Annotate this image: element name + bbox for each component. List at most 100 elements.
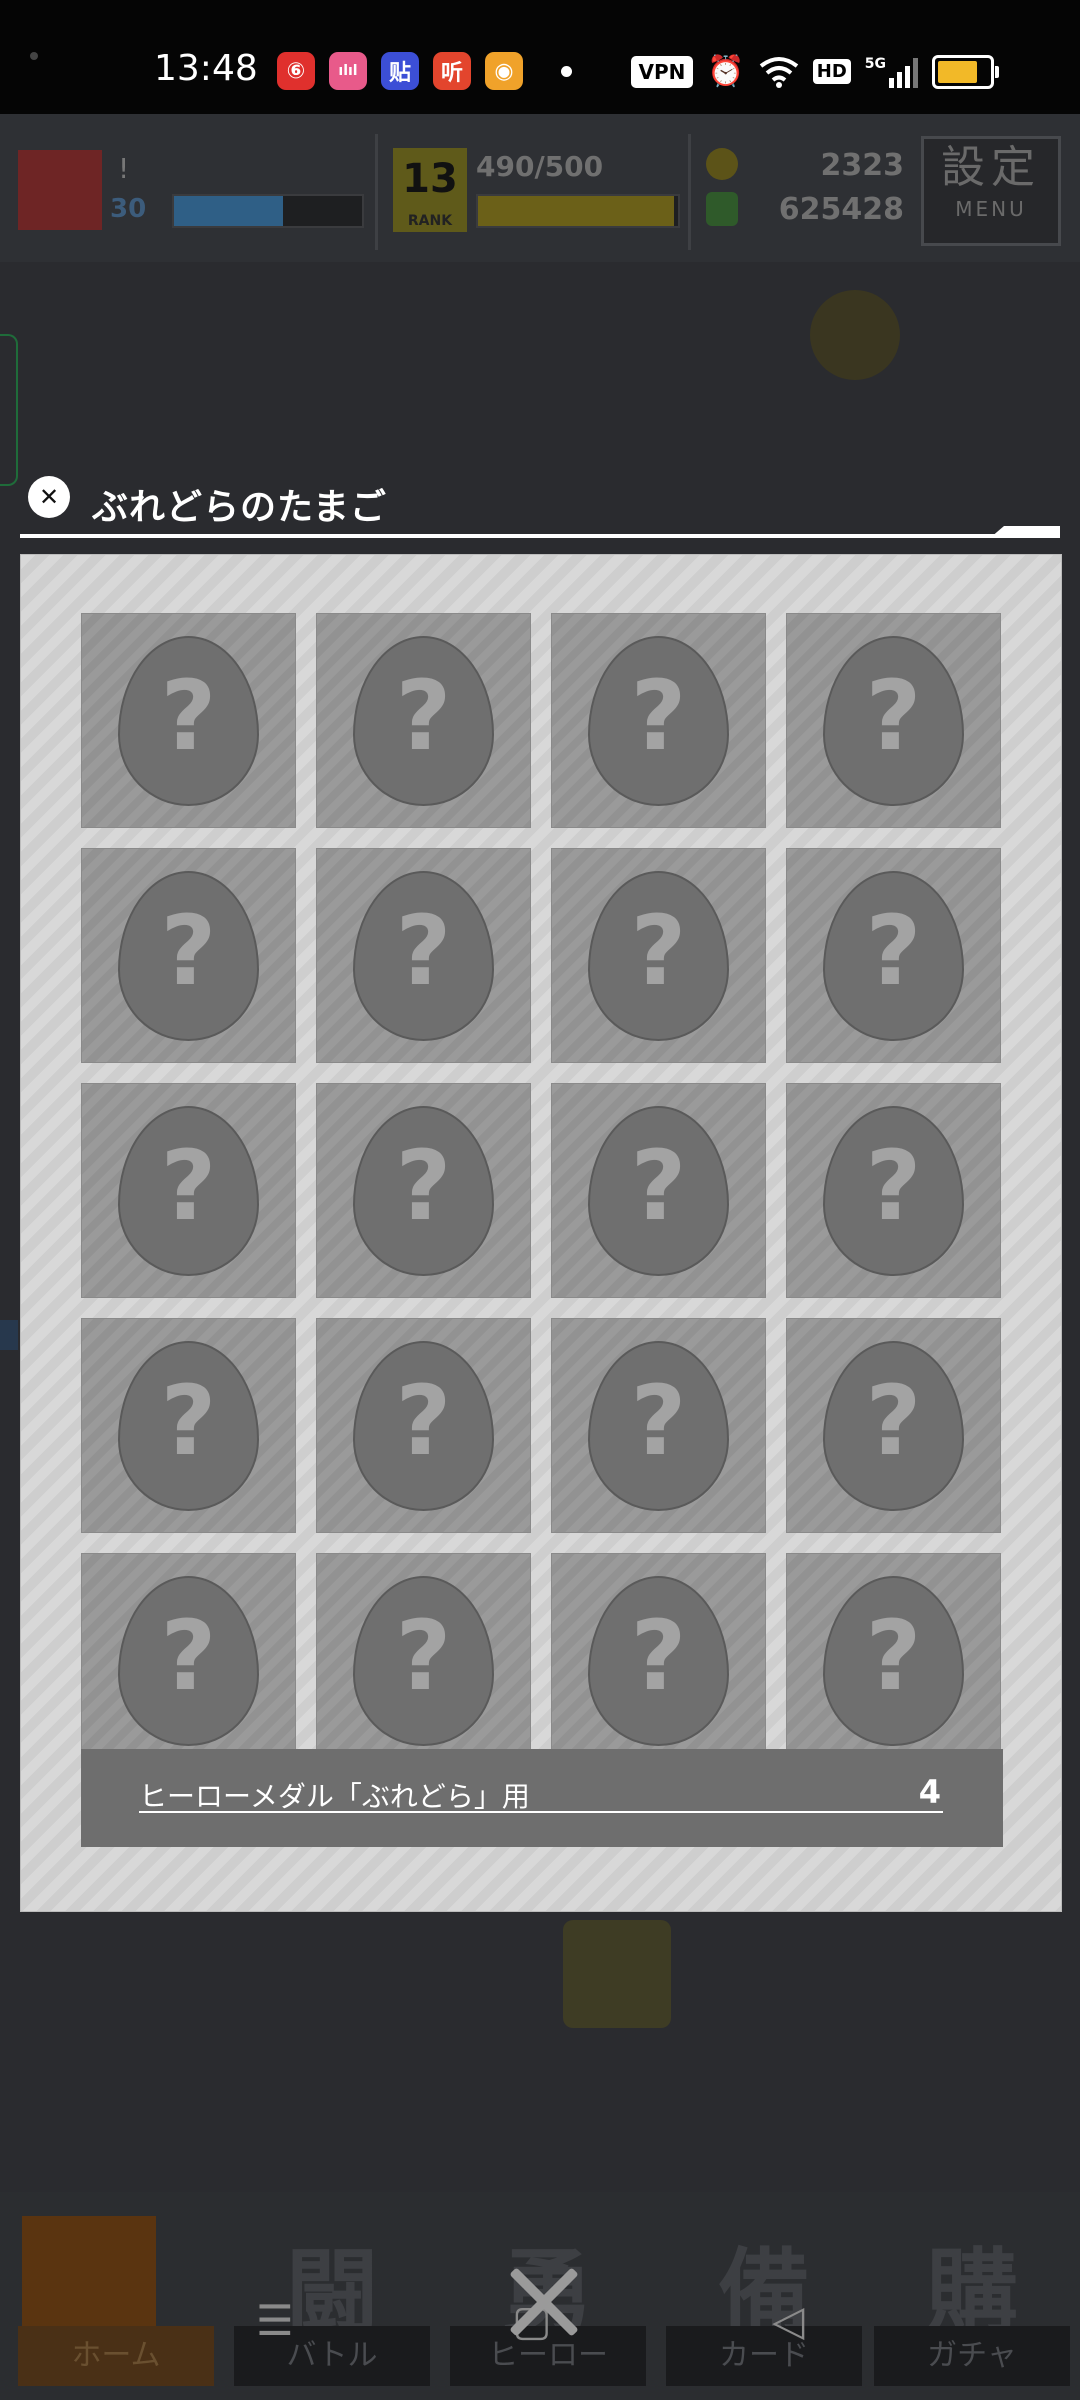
egg-slot[interactable]: ?: [786, 848, 1001, 1063]
exp-bar: [476, 194, 680, 228]
dialog-title: ぶれどらのたまご: [92, 487, 387, 528]
question-mark: ?: [395, 895, 452, 1007]
green-currency-amount: 625428: [778, 192, 904, 227]
unknown-egg-icon: ?: [353, 1106, 494, 1276]
hd-badge: HD: [812, 59, 851, 84]
egg-slot[interactable]: ?: [551, 1318, 766, 1533]
dialog-header: ✕ ぶれどらのたまご: [20, 476, 1060, 542]
egg-slot[interactable]: ?: [81, 613, 296, 828]
egg-slot[interactable]: ?: [551, 613, 766, 828]
question-mark: ?: [630, 660, 687, 772]
unknown-egg-icon: ?: [353, 636, 494, 806]
unknown-egg-icon: ?: [118, 871, 259, 1041]
unknown-egg-icon: ?: [118, 1576, 259, 1746]
egg-slot[interactable]: ?: [316, 1553, 531, 1763]
egg-slot[interactable]: ?: [316, 1083, 531, 1298]
player-avatar: [18, 150, 102, 230]
egg-slot[interactable]: ?: [316, 613, 531, 828]
player-level: 30: [110, 194, 147, 224]
settings-menu-button[interactable]: 設定 MENU: [921, 136, 1061, 246]
unknown-egg-icon: ?: [823, 871, 964, 1041]
notification-dot: [561, 66, 572, 77]
back-nav-icon[interactable]: ◁: [772, 2296, 804, 2345]
game-hud: ! 30 13 RANK 490/500 2323 625428 設定 MENU: [0, 114, 1080, 262]
unknown-egg-icon: ?: [588, 871, 729, 1041]
unknown-egg-icon: ?: [353, 871, 494, 1041]
unknown-egg-icon: ?: [823, 1106, 964, 1276]
question-mark: ?: [630, 1600, 687, 1712]
unknown-egg-icon: ?: [588, 1106, 729, 1276]
medal-usage-bar: ヒーローメダル「ぶれどら」用 4: [81, 1749, 1003, 1847]
unknown-egg-icon: ?: [823, 1341, 964, 1511]
vpn-badge: VPN: [630, 55, 694, 88]
question-mark: ?: [160, 895, 217, 1007]
egg-slot[interactable]: ?: [551, 848, 766, 1063]
question-mark: ?: [630, 1130, 687, 1242]
level-progress-bar: [172, 194, 364, 228]
unknown-egg-icon: ?: [118, 636, 259, 806]
unknown-egg-icon: ?: [118, 1106, 259, 1276]
side-tab: [0, 334, 18, 486]
egg-slot[interactable]: ?: [81, 848, 296, 1063]
medal-usage-label: ヒーローメダル「ぶれどら」用: [139, 1780, 530, 1813]
unknown-egg-icon: ?: [118, 1341, 259, 1511]
status-time: 13:48: [154, 48, 258, 89]
unknown-egg-icon: ?: [588, 636, 729, 806]
egg-slot[interactable]: ?: [81, 1553, 296, 1763]
menu-nav-icon[interactable]: ☰: [256, 2296, 294, 2345]
egg-slot[interactable]: ?: [786, 1553, 1001, 1763]
question-mark: ?: [865, 1600, 922, 1712]
unknown-egg-icon: ?: [823, 636, 964, 806]
egg-slot[interactable]: ?: [316, 848, 531, 1063]
question-mark: ?: [395, 1365, 452, 1477]
green-currency-icon: [706, 192, 738, 226]
netease-music-icon: ⑥: [277, 52, 315, 90]
egg-slot[interactable]: ?: [786, 1318, 1001, 1533]
question-mark: ?: [160, 1600, 217, 1712]
question-mark: ?: [865, 660, 922, 772]
egg-slot[interactable]: ?: [786, 613, 1001, 828]
unknown-egg-icon: ?: [588, 1341, 729, 1511]
egg-slot[interactable]: ?: [551, 1553, 766, 1763]
weibo-icon: ◉: [485, 52, 523, 90]
camera-dot: [30, 52, 38, 60]
network-type: 5G: [864, 55, 886, 72]
question-mark: ?: [395, 660, 452, 772]
unknown-egg-icon: ?: [588, 1576, 729, 1746]
question-mark: ?: [160, 1365, 217, 1477]
unknown-egg-icon: ?: [823, 1576, 964, 1746]
battery-icon: [932, 54, 999, 89]
question-mark: ?: [160, 1130, 217, 1242]
unknown-egg-icon: ?: [353, 1341, 494, 1511]
medal-count: 4: [918, 1773, 941, 1811]
question-mark: ?: [630, 895, 687, 1007]
egg-slot[interactable]: ?: [786, 1083, 1001, 1298]
egg-grid-scroll[interactable]: ????????????????????: [81, 613, 1002, 1763]
question-mark: ?: [395, 1600, 452, 1712]
signal-icon: 5G: [865, 56, 918, 88]
player-name: !: [118, 152, 130, 185]
bilibili-icon: ılıl: [329, 52, 367, 90]
title-underline: [20, 534, 1060, 538]
question-mark: ?: [865, 1130, 922, 1242]
egg-slot[interactable]: ?: [81, 1318, 296, 1533]
egg-grid: ????????????????????: [81, 613, 1002, 1763]
question-mark: ?: [865, 895, 922, 1007]
sword-emblem-icon: ✕: [28, 476, 70, 518]
ximalaya-icon: 听: [433, 52, 471, 90]
status-bar: 13:48 ⑥ ılıl 贴 听 ◉ VPN ⏰ HD 5G: [0, 0, 1080, 114]
egg-collection-panel: ???????????????????? ヒーローメダル「ぶれどら」用 4: [20, 554, 1062, 1912]
question-mark: ?: [160, 660, 217, 772]
gold-coin-icon: [706, 148, 738, 180]
close-dialog-icon[interactable]: [505, 2264, 581, 2340]
tieba-icon: 贴: [381, 52, 419, 90]
system-indicators: VPN ⏰ HD 5G: [630, 54, 999, 89]
egg-slot[interactable]: ?: [81, 1083, 296, 1298]
rank-badge: 13 RANK: [393, 148, 467, 232]
gold-amount: 2323: [820, 148, 905, 183]
egg-slot[interactable]: ?: [316, 1318, 531, 1533]
egg-slot[interactable]: ?: [551, 1083, 766, 1298]
question-mark: ?: [630, 1365, 687, 1477]
notification-icons: ⑥ ılıl 贴 听 ◉: [277, 52, 523, 90]
unknown-egg-icon: ?: [353, 1576, 494, 1746]
